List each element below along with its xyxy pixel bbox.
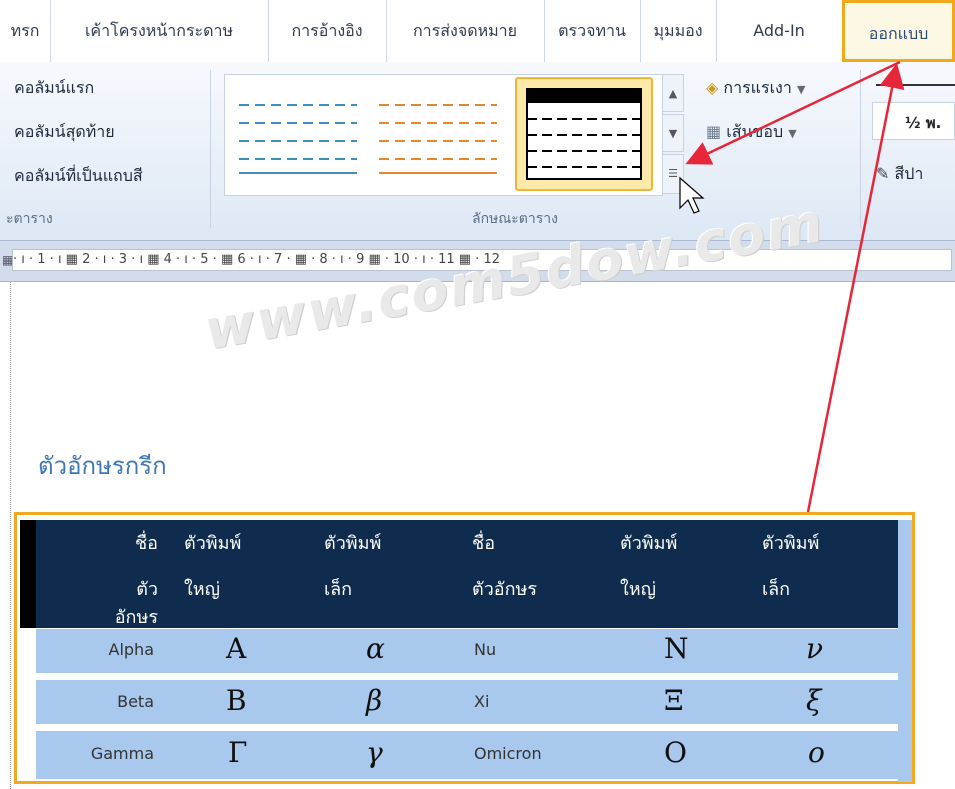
- lowercase-cell[interactable]: ο: [808, 736, 825, 769]
- name-cell[interactable]: Gamma: [62, 744, 154, 763]
- shading-button[interactable]: ◈ การแรเงา ▼: [706, 76, 805, 101]
- pen-weight-selector[interactable]: ½ พ.: [872, 102, 955, 140]
- ruler-grid-icon: ▦: [2, 253, 14, 267]
- uppercase-cell[interactable]: Ο: [664, 736, 687, 769]
- last-column-option[interactable]: คอลัมน์สุดท้าย: [14, 120, 115, 145]
- table-row[interactable]: [36, 680, 898, 724]
- chevron-down-icon: ▼: [796, 83, 806, 96]
- first-column-option[interactable]: คอลัมน์แรก: [14, 76, 94, 101]
- pen-weight-value: ½ พ.: [905, 114, 942, 132]
- tab-mailings[interactable]: การส่งจดหมาย: [386, 0, 545, 62]
- header-text: ตัวพิมพ์: [620, 533, 678, 554]
- borders-label: เส้นขอบ: [726, 122, 784, 141]
- name-cell[interactable]: Alpha: [78, 640, 155, 659]
- row-divider: [36, 724, 898, 731]
- document-heading[interactable]: ตัวอักษรกรีก: [38, 446, 167, 485]
- table-right-strip: [898, 520, 912, 782]
- lowercase-cell[interactable]: α: [366, 632, 385, 665]
- pen-style-line[interactable]: [876, 84, 955, 86]
- table-style-thumb-blue[interactable]: [235, 87, 361, 183]
- name-cell[interactable]: Nu: [474, 640, 496, 659]
- gallery-more-button[interactable]: ☰: [662, 154, 684, 194]
- name-cell[interactable]: Omicron: [474, 744, 542, 763]
- gallery-scroll-down-button[interactable]: ▼: [662, 114, 684, 152]
- uppercase-cell[interactable]: Ξ: [664, 684, 684, 717]
- header-lower-1: ตัวพิมพ์ เล็ก: [324, 530, 381, 604]
- header-text: ชื่อ: [472, 533, 496, 554]
- borders-icon: ▦: [706, 122, 722, 141]
- table-style-options-group-label: ะตาราง: [6, 211, 53, 227]
- header-lower-2: ตัวพิมพ์ เล็ก: [762, 530, 819, 604]
- table-styles-group-label: ลักษณะตาราง: [472, 211, 558, 227]
- gallery-scroll-up-button[interactable]: ▲: [662, 74, 684, 112]
- name-cell[interactable]: Beta: [78, 692, 154, 711]
- tab-review[interactable]: ตรวจทาน: [544, 0, 641, 62]
- paint-bucket-icon: ◈: [706, 78, 719, 97]
- header-text: ตัวอักษร: [472, 579, 538, 600]
- tab-references[interactable]: การอ้างอิง: [268, 0, 387, 62]
- header-text: ตัวพิมพ์: [324, 533, 382, 554]
- tab-page-layout[interactable]: เค้าโครงหน้ากระดาษ: [50, 0, 269, 62]
- header-text: เล็ก: [762, 579, 791, 600]
- lowercase-cell[interactable]: ξ: [806, 684, 821, 717]
- uppercase-cell[interactable]: Β: [226, 684, 247, 717]
- banded-columns-option[interactable]: คอลัมน์ที่เป็นแถบสี: [14, 164, 143, 189]
- pen-color-button[interactable]: ✎ สีปา: [876, 162, 923, 187]
- table-styles-gallery[interactable]: [224, 74, 663, 196]
- tab-insert[interactable]: ทรก: [0, 0, 51, 62]
- table-row[interactable]: [36, 731, 898, 779]
- header-text: ตัวอักษร: [114, 579, 158, 628]
- tab-view[interactable]: มุมมอง: [640, 0, 717, 62]
- table-row[interactable]: [36, 629, 898, 673]
- name-cell[interactable]: Xi: [474, 692, 489, 711]
- table-left-bar: [20, 520, 36, 628]
- group-separator: [210, 70, 211, 228]
- uppercase-cell[interactable]: Ν: [664, 632, 689, 665]
- ribbon-tab-bar: ทรก เค้าโครงหน้ากระดาษ การอ้างอิง การส่ง…: [0, 0, 955, 63]
- header-text: ตัวพิมพ์: [184, 533, 242, 554]
- header-name-2: ชื่อ ตัวอักษร: [472, 530, 537, 604]
- tab-add-ins[interactable]: Add-In: [716, 0, 843, 62]
- grid-table-icon: [526, 88, 642, 180]
- tab-design[interactable]: ออกแบบ: [842, 0, 955, 62]
- header-text: ใหญ่: [620, 579, 656, 600]
- lowercase-cell[interactable]: ν: [806, 632, 823, 665]
- borders-button[interactable]: ▦ เส้นขอบ ▼: [706, 120, 797, 145]
- header-upper-2: ตัวพิมพ์ ใหญ่: [620, 530, 677, 604]
- shading-label: การแรเงา: [723, 78, 792, 97]
- table-style-thumb-orange[interactable]: [375, 87, 501, 183]
- table-style-thumb-selected[interactable]: [515, 77, 653, 191]
- group-separator: [860, 70, 861, 228]
- pen-color-label: สีปา: [894, 164, 924, 183]
- header-text: ตัวพิมพ์: [762, 533, 820, 554]
- header-text: ชื่อ: [134, 533, 158, 554]
- header-text: เล็ก: [324, 579, 353, 600]
- chevron-down-icon: ▼: [788, 127, 797, 140]
- lowercase-cell[interactable]: β: [366, 684, 382, 717]
- page-margin-guide: [10, 282, 12, 789]
- header-text: ใหญ่: [184, 579, 220, 600]
- header-name-1: ชื่อ ตัวอักษร: [104, 530, 158, 632]
- header-upper-1: ตัวพิมพ์ ใหญ่: [184, 530, 241, 604]
- uppercase-cell[interactable]: Γ: [228, 736, 247, 769]
- row-divider: [36, 673, 898, 680]
- uppercase-cell[interactable]: Α: [226, 632, 246, 665]
- lowercase-cell[interactable]: γ: [366, 736, 383, 769]
- pen-icon: ✎: [876, 164, 890, 183]
